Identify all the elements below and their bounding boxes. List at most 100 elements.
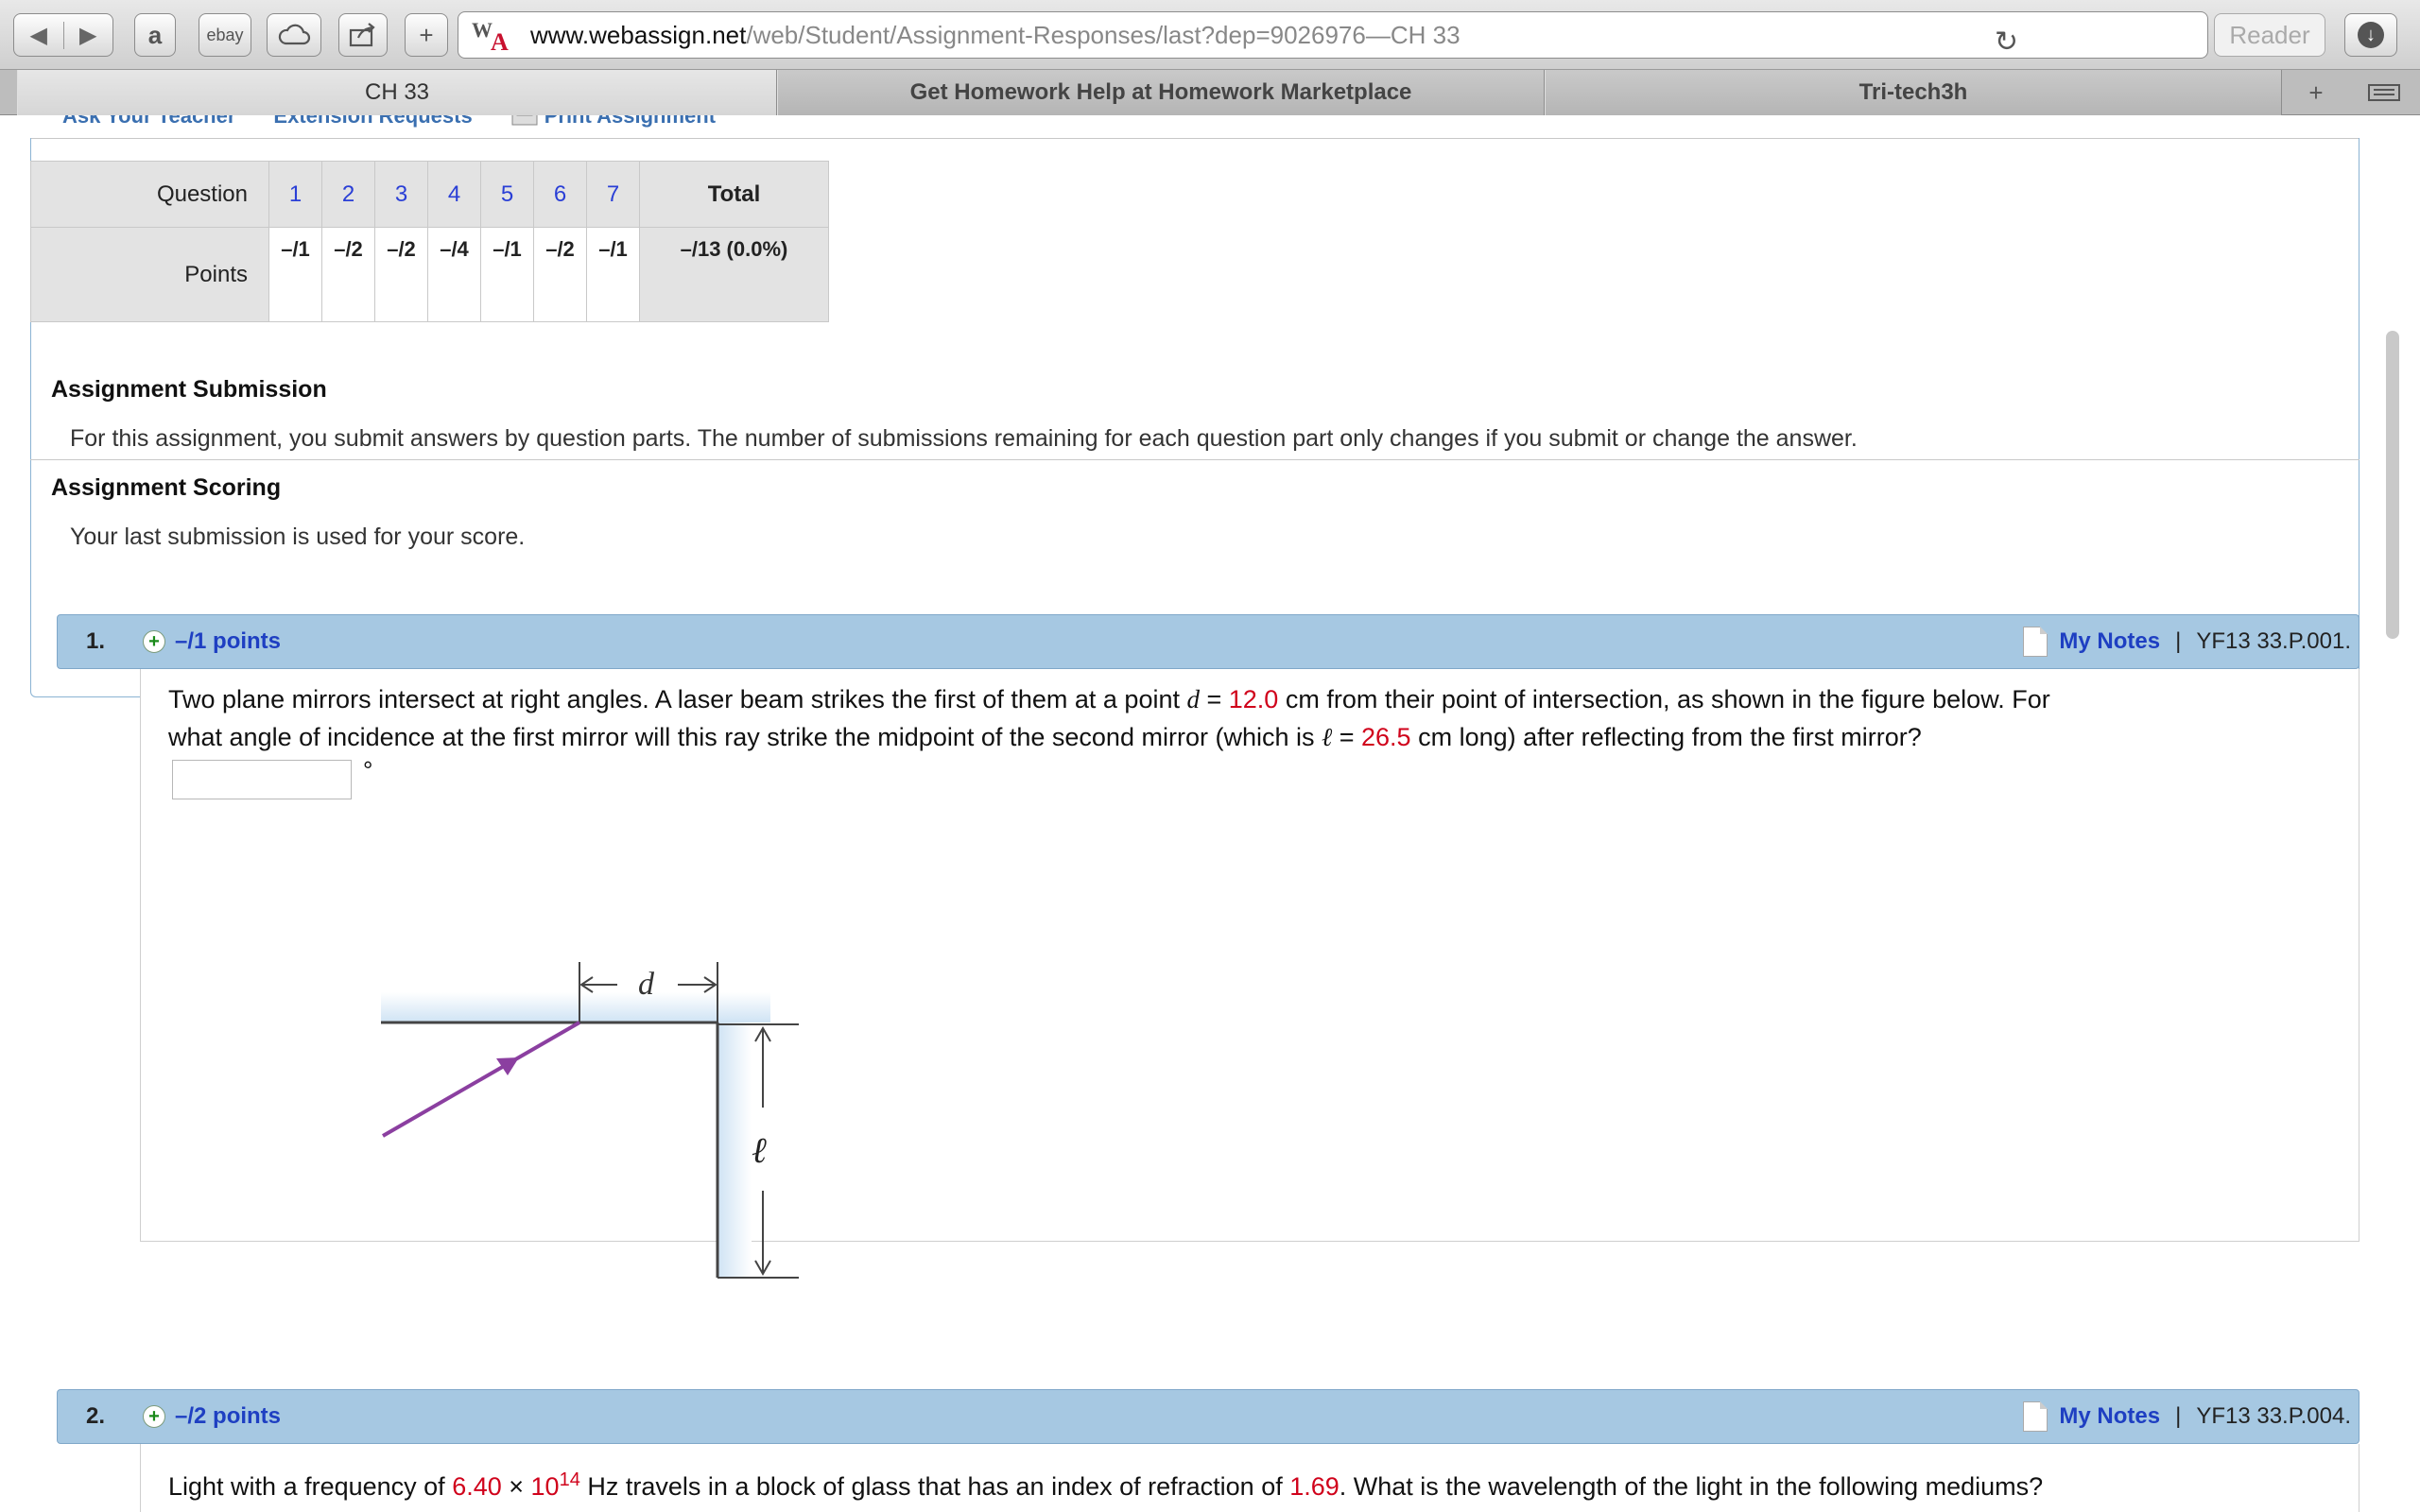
frequency-value: 6.40 bbox=[452, 1472, 502, 1501]
svg-text:W: W bbox=[472, 18, 493, 42]
ebay-icon[interactable]: ebay bbox=[199, 13, 251, 57]
equals-sign: = bbox=[1199, 685, 1229, 713]
question-meta: My Notes | YF13 33.P.004. bbox=[2023, 1401, 2359, 1432]
expand-plus-icon[interactable]: + bbox=[143, 630, 165, 653]
question-link-4[interactable]: 4 bbox=[427, 161, 481, 228]
back-forward-group: ◀ ▶ bbox=[13, 13, 113, 57]
cloud-icon[interactable] bbox=[267, 13, 321, 57]
expand-plus-icon[interactable]: + bbox=[143, 1405, 165, 1428]
vertical-scrollbar[interactable] bbox=[2386, 331, 2399, 639]
amazon-icon[interactable]: a bbox=[134, 13, 176, 57]
equals-sign: = bbox=[1332, 723, 1362, 751]
text-segment: cm from their point of intersection, as … bbox=[1278, 685, 2050, 713]
scoring-title: Assignment Scoring bbox=[51, 474, 282, 501]
question-1-header: 1. + –/1 points My Notes | YF13 33.P.001… bbox=[57, 614, 2360, 669]
question-link-5[interactable]: 5 bbox=[480, 161, 534, 228]
tab-tri-tech[interactable]: Tri-tech3h bbox=[1545, 70, 2282, 115]
svg-text:A: A bbox=[491, 28, 509, 54]
extension-requests-link[interactable]: Extension Requests bbox=[273, 115, 472, 129]
question-link-2[interactable]: 2 bbox=[321, 161, 375, 228]
d-left-arrow bbox=[579, 976, 617, 993]
download-icon[interactable]: ↓ bbox=[2344, 13, 2397, 57]
score-table: Question 1 2 3 4 5 6 7 Total Points –/1 … bbox=[30, 161, 829, 322]
points-cell: –/4 bbox=[427, 227, 481, 322]
total-label: Total bbox=[639, 161, 829, 228]
question-number: 1. bbox=[86, 628, 106, 654]
url-path: /web/Student/Assignment-Responses/last?d… bbox=[746, 20, 1366, 49]
question-number: 2. bbox=[86, 1403, 106, 1429]
degree-unit: ° bbox=[363, 756, 373, 784]
my-notes-link[interactable]: My Notes bbox=[2059, 628, 2160, 655]
new-tab-button[interactable]: + bbox=[2288, 74, 2344, 112]
exponent-base: 10 bbox=[530, 1472, 560, 1501]
question-points-link[interactable]: –/1 points bbox=[175, 628, 281, 655]
submission-title: Assignment Submission bbox=[51, 376, 327, 403]
text-segment: Light with a frequency of bbox=[168, 1472, 453, 1501]
print-icon bbox=[511, 115, 538, 126]
points-cell: –/2 bbox=[533, 227, 587, 322]
back-arrow-icon[interactable]: ◀ bbox=[14, 22, 63, 49]
question-points-link[interactable]: –/2 points bbox=[175, 1403, 281, 1430]
my-notes-link[interactable]: My Notes bbox=[2059, 1403, 2160, 1430]
d-right-arrow bbox=[678, 976, 717, 993]
meta-separator: | bbox=[2175, 1403, 2182, 1429]
times-sign: × bbox=[501, 1472, 531, 1501]
question-link-6[interactable]: 6 bbox=[533, 161, 587, 228]
browser-toolbar: ◀ ▶ a ebay + W A www.webassign.net/web/S… bbox=[0, 0, 2420, 70]
question-1-line-2: what angle of incidence at the first mir… bbox=[168, 718, 2050, 756]
l-top-arrow bbox=[754, 1025, 771, 1108]
submission-text: For this assignment, you submit answers … bbox=[70, 425, 1858, 452]
panel-divider bbox=[30, 459, 2360, 460]
question-link-7[interactable]: 7 bbox=[586, 161, 640, 228]
points-cell: –/1 bbox=[586, 227, 640, 322]
meta-separator: | bbox=[2175, 628, 2182, 654]
text-segment: Two plane mirrors intersect at right ang… bbox=[168, 685, 1187, 713]
question-2-text: Light with a frequency of 6.40 × 1014 Hz… bbox=[168, 1461, 2043, 1505]
question-1-text: Two plane mirrors intersect at right ang… bbox=[168, 680, 2050, 756]
ask-teacher-link[interactable]: Ask Your Teacher bbox=[62, 115, 235, 129]
text-segment: Hz travels in a block of glass that has … bbox=[579, 1472, 1290, 1501]
answer-input[interactable] bbox=[172, 760, 352, 799]
scoring-text: Your last submission is used for your sc… bbox=[70, 524, 526, 550]
reader-button[interactable]: Reader bbox=[2214, 13, 2325, 57]
tab-bar: CH 33 Get Homework Help at Homework Mark… bbox=[0, 70, 2420, 115]
url-page-title: CH 33 bbox=[1390, 20, 1461, 49]
question-row: Question 1 2 3 4 5 6 7 Total bbox=[30, 161, 829, 228]
notes-icon bbox=[2023, 627, 2048, 657]
print-assignment-link[interactable]: Print Assignment bbox=[510, 115, 716, 129]
laser-ray bbox=[382, 1021, 580, 1138]
url-dash: — bbox=[1365, 20, 1391, 49]
tab-ch33[interactable]: CH 33 bbox=[17, 70, 777, 115]
variable-l: ℓ bbox=[1321, 723, 1333, 751]
question-ref: YF13 33.P.001. bbox=[2196, 628, 2351, 654]
refraction-index-value: 1.69 bbox=[1289, 1472, 1340, 1501]
url-bar[interactable]: W A www.webassign.net/web/Student/Assign… bbox=[458, 11, 2208, 59]
assignment-nav: Ask Your Teacher Extension Requests Prin… bbox=[62, 115, 716, 129]
text-segment: what angle of incidence at the first mir… bbox=[168, 723, 1322, 751]
points-cell: –/1 bbox=[480, 227, 534, 322]
l-bottom-arrow bbox=[754, 1191, 771, 1277]
question-1-line-1: Two plane mirrors intersect at right ang… bbox=[168, 680, 2050, 718]
points-label: Points bbox=[30, 227, 269, 322]
reload-icon[interactable]: ↻ bbox=[1995, 26, 2018, 59]
points-row: Points –/1 –/2 –/2 –/4 –/1 –/2 –/1 –/13 … bbox=[30, 227, 829, 322]
tab-list-icon[interactable] bbox=[2363, 77, 2405, 108]
webassign-logo-icon: W A bbox=[472, 16, 517, 56]
share-icon[interactable] bbox=[338, 13, 388, 57]
points-cell: –/1 bbox=[268, 227, 322, 322]
print-assignment-label: Print Assignment bbox=[544, 115, 717, 128]
total-points: –/13 (0.0%) bbox=[639, 227, 829, 322]
mirror-figure: d ℓ bbox=[381, 962, 799, 1279]
page-content: Ask Your Teacher Extension Requests Prin… bbox=[0, 115, 2401, 1512]
tab-homework-marketplace[interactable]: Get Homework Help at Homework Marketplac… bbox=[777, 70, 1545, 115]
question-link-3[interactable]: 3 bbox=[374, 161, 428, 228]
forward-arrow-icon[interactable]: ▶ bbox=[62, 21, 113, 49]
question-2-header: 2. + –/2 points My Notes | YF13 33.P.004… bbox=[57, 1389, 2360, 1444]
notes-icon bbox=[2023, 1401, 2048, 1432]
value-l: 26.5 bbox=[1361, 723, 1411, 751]
plus-icon[interactable]: + bbox=[405, 13, 448, 57]
question-meta: My Notes | YF13 33.P.001. bbox=[2023, 627, 2359, 657]
points-cell: –/2 bbox=[374, 227, 428, 322]
question-link-1[interactable]: 1 bbox=[268, 161, 322, 228]
label-d: d bbox=[638, 967, 655, 1002]
